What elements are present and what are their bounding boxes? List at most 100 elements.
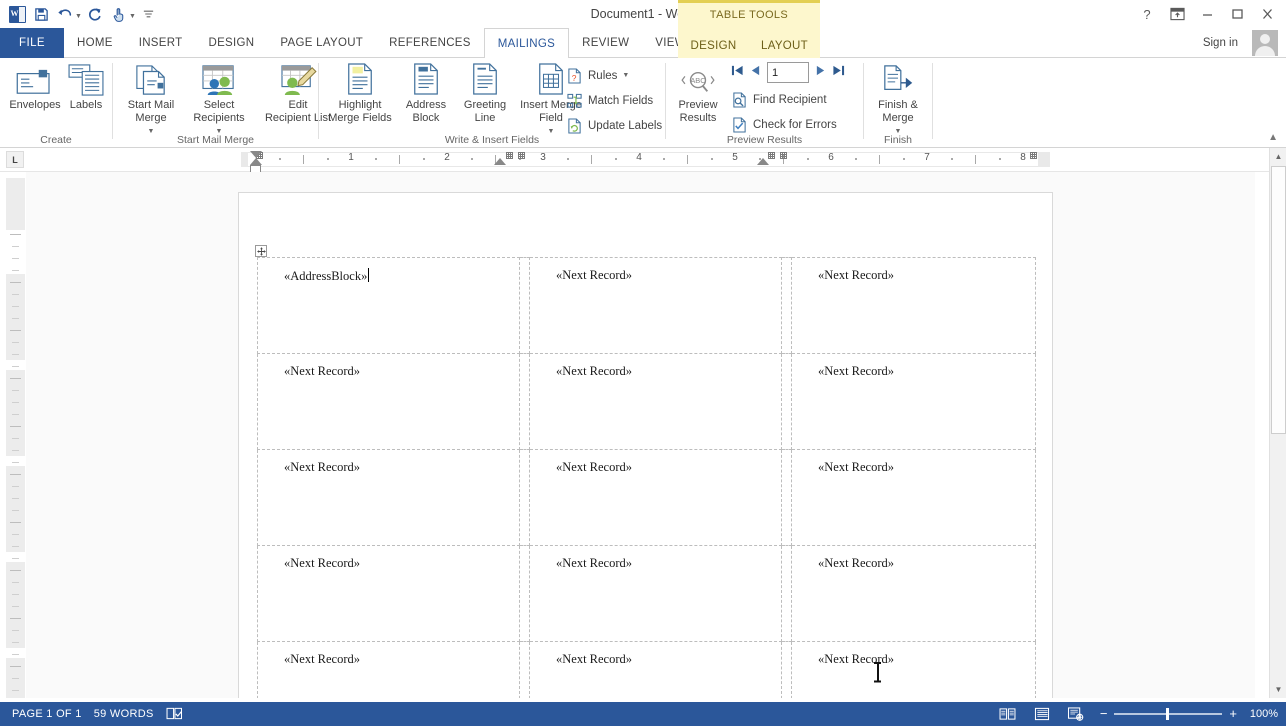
labels-table[interactable]: «AddressBlock» «Next Record» «Next Record»… [257,257,1036,698]
label-cell[interactable]: «Next Record» [791,257,1036,354]
envelopes-button[interactable]: Envelopes [4,60,66,112]
word-logo-icon[interactable]: W [6,3,28,25]
label-cell[interactable]: «Next Record» [791,545,1036,642]
scroll-up-arrow-icon[interactable]: ▲ [1270,148,1286,165]
redo-icon[interactable] [84,3,106,25]
zoom-out-button[interactable]: − [1100,707,1108,720]
finish-and-merge-button[interactable]: Finish & Merge ▼ [866,60,930,138]
label-gutter-cell[interactable] [519,257,530,354]
label-gutter-cell[interactable] [781,545,792,642]
tab-table-layout[interactable]: LAYOUT [749,31,820,61]
table-move-handle[interactable] [255,245,267,257]
ribbon-display-options-icon[interactable] [1162,1,1192,27]
match-fields-button[interactable]: Match Fields [566,91,653,110]
labels-button[interactable]: Labels [60,60,112,112]
label-cell[interactable]: «Next Record» [791,353,1036,450]
tab-home[interactable]: HOME [64,28,126,58]
web-layout-icon[interactable] [1066,706,1086,722]
table-row[interactable]: «AddressBlock» «Next Record» «Next Record» [257,257,1036,354]
label-cell[interactable]: «Next Record» [529,449,782,546]
collapse-ribbon-icon[interactable]: ▲ [1268,132,1278,143]
label-gutter-cell[interactable] [519,449,530,546]
zoom-control[interactable]: − + 100% [1100,707,1278,720]
highlight-merge-fields-button[interactable]: Highlight Merge Fields [324,60,396,125]
label-cell[interactable]: «Next Record» [257,545,520,642]
ruler-tab-stop[interactable] [1030,152,1037,159]
first-record-button[interactable] [731,64,744,82]
document-canvas[interactable]: «AddressBlock» «Next Record» «Next Record»… [26,172,1255,698]
maximize-icon[interactable] [1222,1,1252,27]
find-recipient-button[interactable]: Find Recipient [731,90,827,109]
tab-table-design[interactable]: DESIGN [678,31,749,61]
ruler-tab-stop[interactable] [506,152,513,159]
tab-mailings[interactable]: MAILINGS [483,28,570,59]
tab-page-layout[interactable]: PAGE LAYOUT [267,28,376,58]
table-row[interactable]: «Next Record» «Next Record» «Next Record» [257,641,1036,698]
tab-file[interactable]: FILE [0,28,64,58]
table-row[interactable]: «Next Record» «Next Record» «Next Record» [257,353,1036,450]
horizontal-ruler[interactable]: L 1 2 3 4 5 6 7 8 [0,148,1286,173]
right-indent-marker[interactable] [757,158,769,165]
label-gutter-cell[interactable] [781,449,792,546]
label-cell[interactable]: «Next Record» [529,641,782,698]
hanging-indent-marker[interactable] [250,158,262,165]
vertical-ruler[interactable] [6,178,25,698]
read-mode-icon[interactable] [998,706,1018,722]
label-cell[interactable]: «Next Record» [257,449,520,546]
close-icon[interactable] [1252,1,1282,27]
ruler-tab-stop[interactable] [768,152,775,159]
zoom-slider-track[interactable] [1114,708,1223,720]
tab-review[interactable]: REVIEW [569,28,642,58]
zoom-level[interactable]: 100% [1244,708,1278,720]
preview-results-button[interactable]: ABC Preview Results [669,60,727,125]
label-cell[interactable]: «Next Record» [791,449,1036,546]
document-page[interactable]: «AddressBlock» «Next Record» «Next Record»… [238,192,1053,698]
label-cell[interactable]: «Next Record» [529,353,782,450]
avatar[interactable] [1252,30,1278,56]
zoom-in-button[interactable]: + [1229,707,1237,720]
table-row[interactable]: «Next Record» «Next Record» «Next Record» [257,449,1036,546]
label-gutter-cell[interactable] [519,353,530,450]
label-cell[interactable]: «Next Record» [529,257,782,354]
label-cell[interactable]: «Next Record» [257,641,520,698]
table-row[interactable]: «Next Record» «Next Record» «Next Record» [257,545,1036,642]
rules-dropdown-icon[interactable]: ▼ [622,72,629,79]
proofing-errors-icon[interactable] [166,706,183,723]
greeting-line-button[interactable]: Greeting Line [456,60,514,125]
tab-stop-selector[interactable]: L [6,151,24,168]
customize-qat-icon[interactable] [138,3,160,25]
undo-icon[interactable] [54,3,76,25]
label-cell[interactable]: «Next Record» [257,353,520,450]
label-gutter-cell[interactable] [781,257,792,354]
tab-references[interactable]: REFERENCES [376,28,484,58]
ruler-tab-stop[interactable] [780,152,787,159]
save-icon[interactable] [30,3,52,25]
first-line-indent-marker[interactable] [250,151,262,158]
label-gutter-cell[interactable] [781,353,792,450]
label-cell[interactable]: «Next Record» [791,641,1036,698]
select-recipients-button[interactable]: Select Recipients ▼ [183,60,255,138]
record-number-input[interactable]: 1 [767,62,809,83]
zoom-slider-thumb[interactable] [1166,708,1170,720]
help-icon[interactable]: ? [1132,1,1162,27]
touch-mode-dropdown-icon[interactable]: ▼ [129,13,136,20]
minimize-icon[interactable] [1192,1,1222,27]
check-for-errors-button[interactable]: Check for Errors [731,115,837,134]
last-record-button[interactable] [832,64,845,82]
print-layout-icon[interactable] [1032,706,1052,722]
page-indicator[interactable]: PAGE 1 OF 1 [12,708,82,720]
touch-mode-icon[interactable] [108,3,130,25]
word-count[interactable]: 59 WORDS [94,708,154,720]
vertical-scrollbar[interactable]: ▲ ▼ [1269,148,1286,698]
start-mail-merge-button[interactable]: Start Mail Merge ▼ [119,60,183,138]
label-cell[interactable]: «Next Record» [529,545,782,642]
rules-button[interactable]: ? Rules ▼ [566,66,629,85]
sign-in-link[interactable]: Sign in [1203,28,1238,58]
scroll-down-arrow-icon[interactable]: ▼ [1270,681,1286,698]
undo-dropdown-icon[interactable]: ▼ [75,13,82,20]
label-gutter-cell[interactable] [519,545,530,642]
scrollbar-thumb[interactable] [1271,166,1286,434]
update-labels-button[interactable]: Update Labels [566,116,662,135]
ruler-tab-stop[interactable] [518,152,525,159]
tab-design[interactable]: DESIGN [195,28,267,58]
